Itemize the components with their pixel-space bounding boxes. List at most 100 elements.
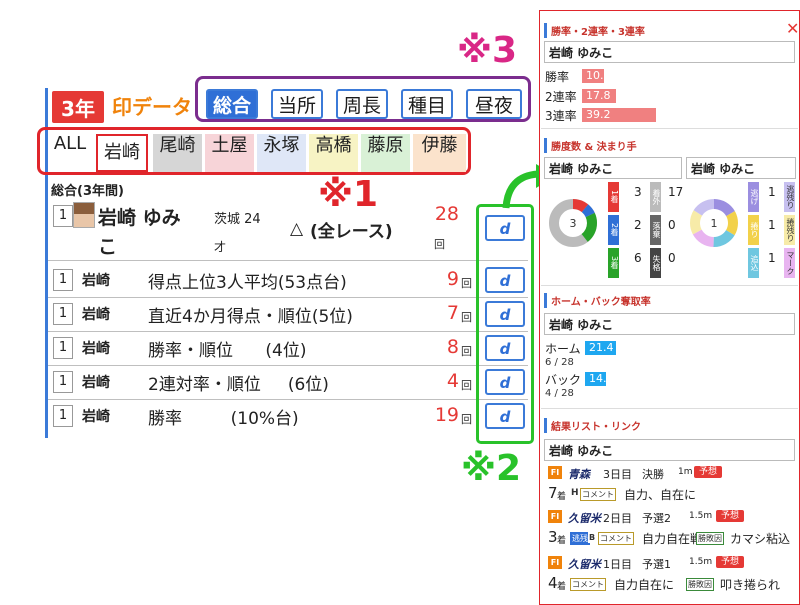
race-day: 2日目	[603, 512, 632, 525]
wind-length: 1m	[678, 467, 693, 477]
technique-legend-chip: 逃げ	[748, 182, 759, 212]
row-divider	[48, 297, 528, 298]
player-name: 岩崎 ゆみ	[98, 207, 181, 229]
finish-donut-chart: 3	[549, 199, 597, 247]
venue-logo: 青森	[568, 468, 590, 481]
race-note: 自力自在戦	[642, 532, 703, 546]
technique-legend-value: 1	[768, 251, 776, 265]
technique-legend-chip: 追込	[748, 248, 759, 278]
rank-box: 1	[53, 205, 73, 227]
player-short-name: 岩崎	[82, 409, 110, 425]
annotation-1: ※1	[318, 174, 379, 215]
race-day: 1日目	[603, 558, 632, 571]
divider	[541, 408, 798, 409]
annotation-3: ※3	[457, 30, 518, 71]
out-legend-chip: 失格	[650, 248, 661, 278]
tab-event-type[interactable]: 種目	[401, 89, 453, 119]
home-back-fraction: 4 / 28	[545, 388, 574, 399]
home-back-label: ホーム	[545, 342, 581, 356]
tab-home-track[interactable]: 当所	[271, 89, 323, 119]
results-header: 結果リスト・リンク	[544, 418, 641, 433]
finish-place-unit: 着	[557, 492, 567, 502]
comment-button[interactable]: コメント	[580, 488, 616, 501]
condition-text: 直近4か月得点・順位(5位)	[148, 307, 353, 327]
grade-icon: FI	[548, 466, 562, 479]
player-tab[interactable]: 岩崎	[96, 134, 148, 172]
out-legend-value: 17	[668, 185, 684, 199]
count-unit: 回	[461, 311, 472, 324]
condition-text: 勝率 (10%台)	[148, 409, 299, 429]
rank-box: 1	[53, 371, 73, 393]
section-label: 総合(3年間)	[51, 184, 124, 199]
player-short-name: 岩崎	[82, 375, 110, 391]
comment-button[interactable]: コメント	[598, 532, 634, 545]
technique-legend-value: 1	[768, 185, 776, 199]
player-tab[interactable]: 土屋	[205, 134, 254, 172]
wins-player-name-right: 岩崎 ゆみこ	[686, 157, 796, 179]
condition-text: 2連対率・順位 (6位)	[148, 375, 329, 395]
annotation-2: ※2	[461, 448, 522, 489]
count-value: 7	[446, 302, 459, 324]
row-divider	[48, 331, 528, 332]
condition-text: 得点上位3人平均(53点台)	[148, 273, 347, 293]
player-tab[interactable]: 藤原	[361, 134, 410, 172]
count-value: 9	[446, 268, 459, 290]
wins-player-name-left: 岩崎 ゆみこ	[544, 157, 682, 179]
count-unit: 回	[461, 379, 472, 392]
player-short-name: 岩崎	[82, 307, 110, 323]
out-legend-chip: 落棄	[650, 215, 661, 245]
tab-track-length[interactable]: 周長	[336, 89, 388, 119]
player-tab[interactable]: ALL	[48, 134, 92, 172]
comment-button[interactable]: コメント	[570, 578, 606, 591]
flag-tag: H	[570, 488, 580, 499]
flag-tag: 逃残	[570, 532, 590, 545]
player-short-name: 岩崎	[82, 341, 110, 357]
prediction-button[interactable]: 予想	[716, 556, 745, 568]
player-tab[interactable]: 永塚	[257, 134, 306, 172]
tab-overall[interactable]: 総合	[206, 89, 258, 119]
flag-tag: B	[588, 532, 597, 543]
rank-box: 1	[53, 303, 73, 325]
player-tab[interactable]: 尾崎	[153, 134, 202, 172]
player-tab[interactable]: 伊藤	[413, 134, 466, 172]
year-badge: 3年	[52, 91, 104, 123]
home-back-bar: 14.2	[585, 372, 614, 386]
win-loss-tag[interactable]: 勝敗因	[696, 532, 724, 545]
rate-label: 3連率	[545, 109, 577, 123]
win-loss-note: 叩き捲られ	[720, 578, 781, 592]
close-icon[interactable]: ✕	[786, 19, 799, 38]
technique-legend-chip-extra: 逃残り	[784, 182, 795, 212]
count-unit: 回	[461, 277, 472, 290]
count-value: 28	[434, 203, 459, 225]
finish-legend-value: 6	[634, 251, 642, 265]
finish-legend-value: 3	[634, 185, 642, 199]
race-day: 3日目	[603, 468, 632, 481]
results-player-name: 岩崎 ゆみこ	[544, 439, 795, 461]
home-back-fraction: 6 / 28	[545, 357, 574, 368]
divider	[541, 128, 798, 129]
detail-button-column	[476, 204, 534, 444]
grade-icon: FI	[548, 510, 562, 523]
wind-length: 1.5m	[689, 511, 713, 521]
venue-logo: 久留米	[568, 512, 601, 525]
technique-donut-chart: 1	[690, 199, 738, 247]
tab-day-night[interactable]: 昼夜	[466, 89, 522, 119]
rank-box: 1	[53, 269, 73, 291]
prediction-button[interactable]: 予想	[694, 466, 723, 478]
player-tab[interactable]: 高橋	[309, 134, 358, 172]
prediction-button[interactable]: 予想	[716, 510, 745, 522]
win-loss-tag[interactable]: 勝敗因	[686, 578, 714, 591]
venue-logo: 久留米	[568, 558, 601, 571]
rate-bar: 17.8	[582, 89, 616, 103]
wind-length: 1.5m	[689, 557, 713, 567]
win-loss-note: カマシ粘込	[730, 532, 791, 546]
rate-bar: 10.7	[582, 69, 611, 83]
row-divider	[48, 365, 528, 366]
home-back-player-name: 岩崎 ゆみこ	[544, 313, 795, 335]
race-name: 予選2	[642, 512, 671, 525]
race-name: 決勝	[642, 468, 664, 481]
player-age-unit: 才	[214, 240, 227, 254]
avatar	[73, 202, 95, 228]
technique-legend-chip-extra: 捲残り	[784, 215, 795, 245]
row-divider	[48, 399, 528, 400]
